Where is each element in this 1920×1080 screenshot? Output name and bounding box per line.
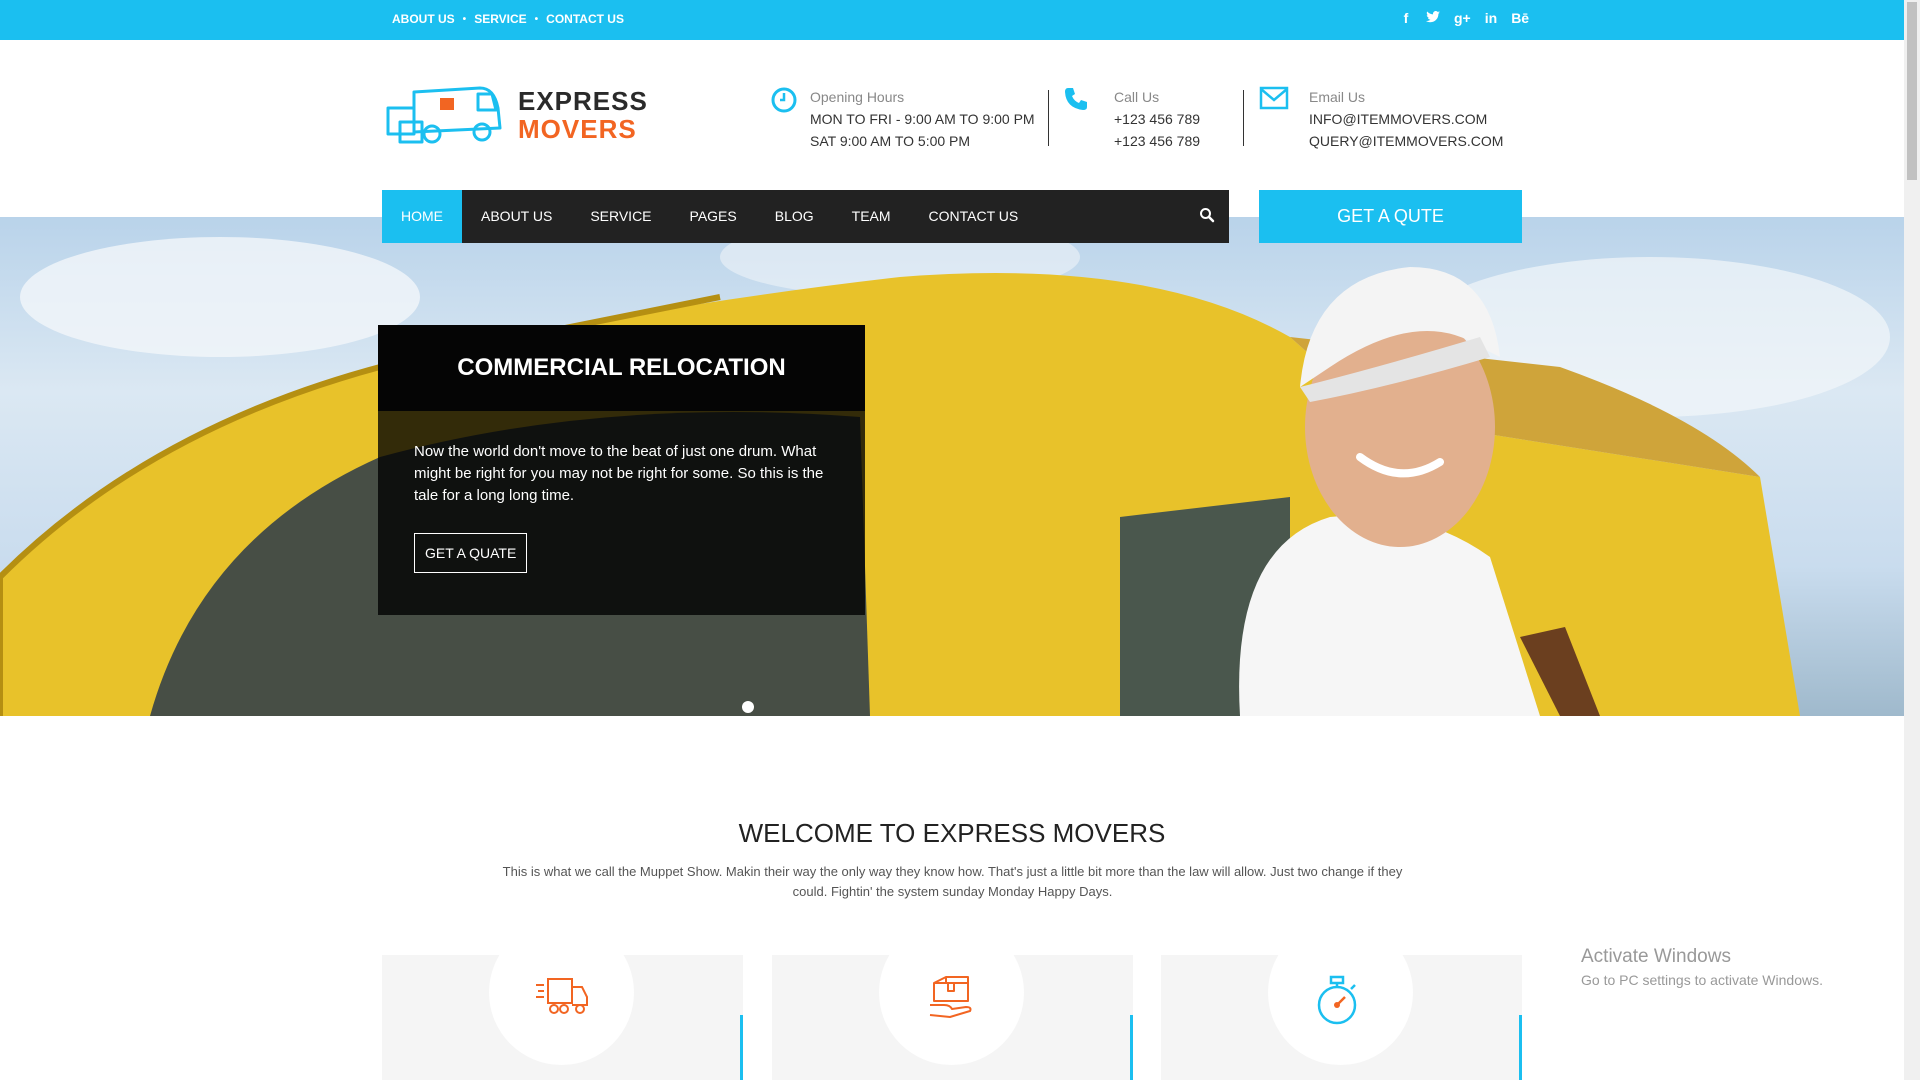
linkedin-icon[interactable]: in [1485, 10, 1497, 26]
site-logo[interactable]: EXPRESS MOVERS [384, 82, 648, 148]
watermark-subtitle: Go to PC settings to activate Windows. [1581, 972, 1823, 988]
opening-hours: Opening Hours MON TO FRI - 9:00 AM TO 9:… [770, 86, 1035, 152]
separator: • [462, 13, 467, 25]
top-link-contact[interactable]: CONTACT US [546, 12, 624, 26]
nav-pages[interactable]: PAGES [671, 190, 756, 243]
card-accent [1130, 1015, 1133, 1080]
delivery-van-icon [386, 86, 502, 144]
service-card-3[interactable] [1161, 955, 1522, 1080]
box-in-hand-icon [929, 976, 972, 1018]
card-accent [1519, 1015, 1522, 1080]
phone-1[interactable]: +123 456 789 [1114, 108, 1200, 130]
main-nav: HOME ABOUT US SERVICE PAGES BLOG TEAM CO… [382, 190, 1229, 243]
card-accent [740, 1015, 743, 1080]
call-us: Call Us +123 456 789 +123 456 789 [1063, 86, 1200, 152]
email-2[interactable]: QUERY@ITEMMOVERS.COM [1309, 130, 1503, 152]
hero-caption: COMMERCIAL RELOCATION Now the world don'… [378, 325, 865, 615]
nav-team[interactable]: TEAM [833, 190, 910, 243]
nav-about[interactable]: ABOUT US [462, 190, 571, 243]
search-icon[interactable] [1199, 207, 1215, 228]
behance-icon[interactable]: Bē [1511, 10, 1529, 26]
service-card-2[interactable] [772, 955, 1133, 1080]
email-1[interactable]: INFO@ITEMMOVERS.COM [1309, 108, 1503, 130]
hours-line-2: SAT 9:00 AM TO 5:00 PM [810, 133, 971, 149]
facebook-icon[interactable]: f [1400, 10, 1412, 26]
hero-slider [0, 217, 1904, 716]
call-label: Call Us [1114, 89, 1160, 105]
hours-label: Opening Hours [810, 89, 905, 105]
welcome-title: WELCOME TO EXPRESS MOVERS [738, 818, 1166, 848]
hours-line-1: MON TO FRI - 9:00 AM TO 9:00 PM [810, 111, 1035, 127]
envelope-icon [1259, 86, 1309, 152]
clock-icon [770, 86, 810, 152]
card-icon-circle [879, 955, 1024, 1065]
divider [1048, 90, 1049, 146]
top-bar: ABOUT US • SERVICE • CONTACT US f g+ in … [0, 0, 1904, 40]
stopwatch-icon [1317, 975, 1357, 1025]
divider [1243, 90, 1244, 146]
card-icon-circle [489, 955, 634, 1065]
watermark-title: Activate Windows [1581, 946, 1731, 967]
nav-service[interactable]: SERVICE [571, 190, 670, 243]
service-card-1[interactable] [382, 955, 743, 1080]
top-links: ABOUT US • SERVICE • CONTACT US [392, 12, 624, 26]
logo-line-2: MOVERS [518, 114, 637, 144]
logo-line-1: EXPRESS [518, 86, 648, 116]
email-label: Email Us [1309, 89, 1366, 105]
hero-quote-button[interactable]: GET A QUATE [414, 533, 528, 573]
scrollbar-thumb[interactable] [1907, 2, 1917, 180]
twitter-icon[interactable] [1426, 10, 1440, 26]
phone-2[interactable]: +123 456 789 [1114, 130, 1200, 152]
nav-blog[interactable]: BLOG [756, 190, 833, 243]
social-links: f g+ in Bē [1400, 10, 1529, 26]
hero-image [0, 217, 1890, 716]
page-scrollbar[interactable] [1904, 0, 1920, 1080]
hero-title: COMMERCIAL RELOCATION [378, 325, 865, 411]
top-link-about[interactable]: ABOUT US [392, 12, 455, 26]
moving-truck-icon [536, 978, 588, 1014]
separator: • [534, 13, 539, 25]
card-icon-circle [1268, 955, 1413, 1065]
welcome-text: This is what we call the Muppet Show. Ma… [502, 864, 1403, 899]
google-plus-icon[interactable]: g+ [1454, 10, 1471, 26]
phone-icon [1063, 86, 1114, 152]
nav-contact[interactable]: CONTACT US [910, 190, 1038, 243]
top-link-service[interactable]: SERVICE [474, 12, 526, 26]
get-quote-button[interactable]: GET A QUTE [1259, 190, 1522, 243]
hero-text: Now the world don't move to the beat of … [414, 443, 824, 504]
activate-windows-watermark: Activate Windows Go to PC settings to ac… [1581, 946, 1823, 988]
nav-home[interactable]: HOME [382, 190, 462, 243]
email-us: Email Us INFO@ITEMMOVERS.COM QUERY@ITEMM… [1259, 86, 1503, 152]
